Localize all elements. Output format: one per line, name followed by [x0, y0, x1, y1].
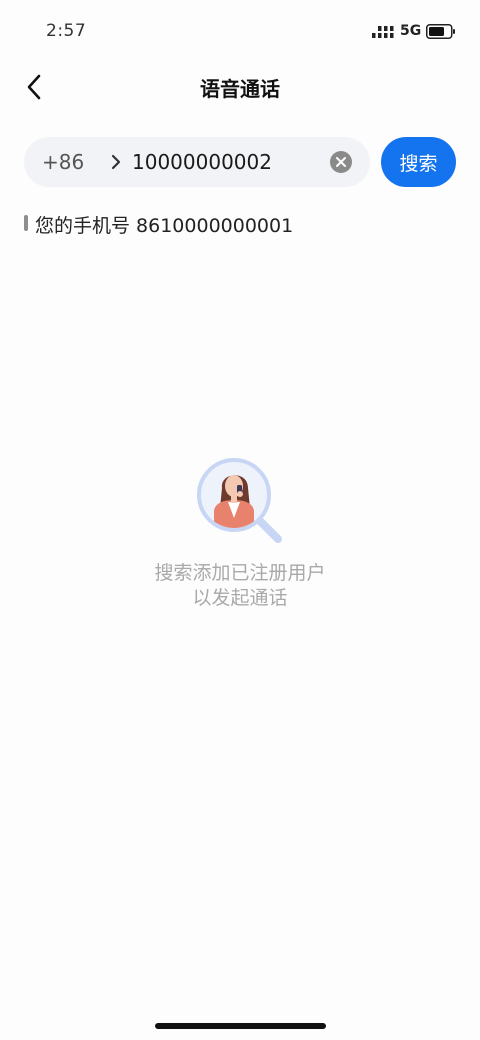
voice-call-screen: 2:57 5G 语音通话 +86 10000000002 搜索 您的手机号 86… [0, 0, 480, 1040]
phone-search-input[interactable] [132, 145, 332, 179]
search-box: +86 [24, 137, 370, 187]
search-person-illustration [197, 458, 282, 543]
status-bar: 2:57 5G [0, 0, 480, 60]
section-marker [24, 215, 28, 231]
signal-icon [372, 26, 394, 38]
clear-icon[interactable] [330, 151, 352, 173]
page-title: 语音通话 [200, 77, 280, 101]
network-label: 5G [400, 23, 422, 39]
search-button[interactable]: 搜索 [381, 137, 456, 187]
battery-icon [426, 24, 455, 39]
status-time: 2:57 [46, 21, 87, 41]
nav-bar: 语音通话 [0, 62, 480, 112]
empty-state-line-1: 搜索添加已注册用户 [154, 562, 326, 584]
empty-state-line-2: 以发起通话 [192, 587, 288, 609]
home-indicator [155, 1023, 326, 1029]
chevron-right-icon[interactable] [110, 154, 122, 170]
my-phone-number: 您的手机号 8610000000001 [35, 215, 294, 237]
country-code-selector[interactable]: +86 [42, 150, 84, 174]
